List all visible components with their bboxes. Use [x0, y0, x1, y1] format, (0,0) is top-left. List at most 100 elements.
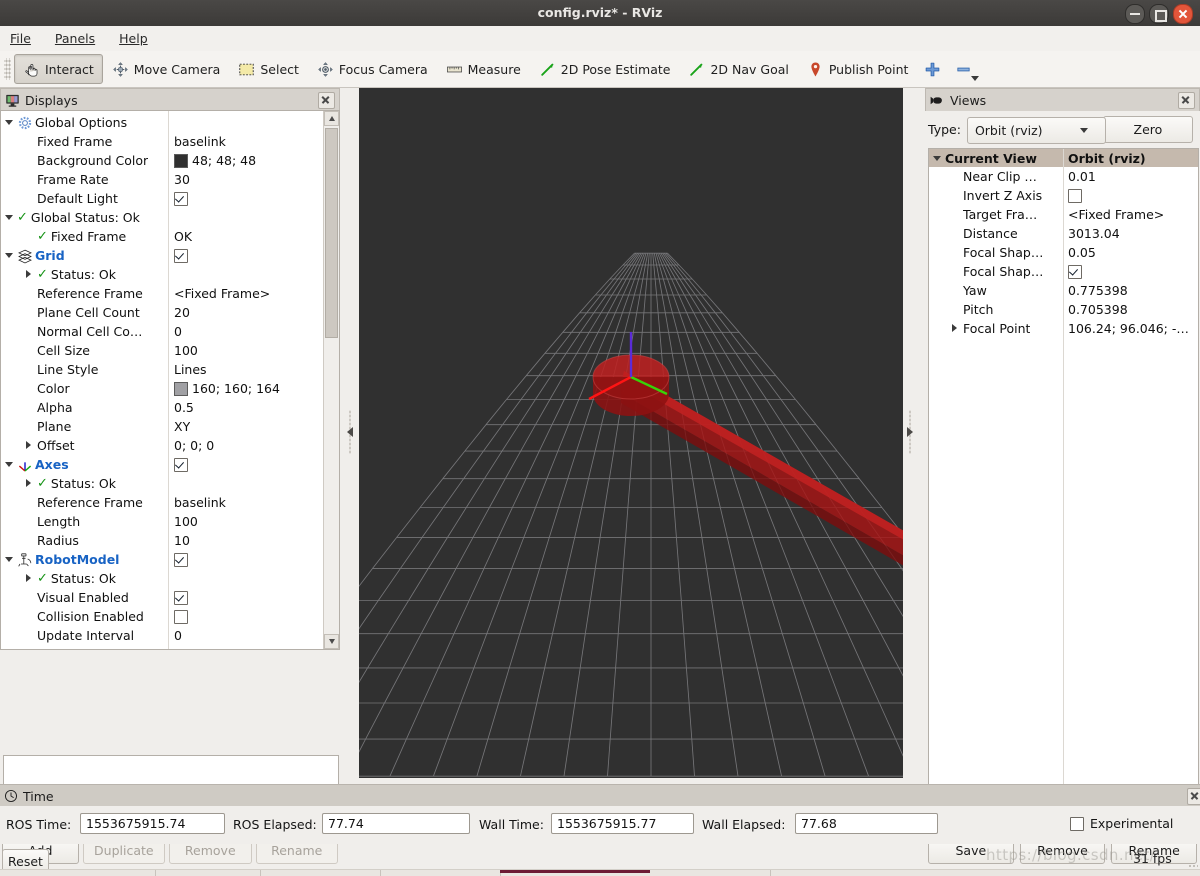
views-type-select[interactable]: Orbit (rviz) — [966, 117, 1106, 144]
property-name: Near Clip … — [963, 169, 1037, 184]
color-swatch[interactable] — [174, 381, 188, 396]
status-ok-icon: ✓ — [37, 476, 48, 491]
displays-tree-row[interactable]: RobotModel — [1, 550, 324, 569]
tool-measure[interactable]: Measure — [437, 54, 530, 84]
property-checkbox[interactable] — [1068, 264, 1082, 279]
displays-tree-row[interactable]: Plane Cell Count 20 — [1, 303, 324, 322]
close-button[interactable] — [1173, 4, 1193, 24]
displays-tree-row[interactable]: Grid — [1, 246, 324, 265]
displays-tree-row[interactable]: Line Style Lines — [1, 360, 324, 379]
displays-tree-row[interactable]: ✓ Status: Ok — [1, 265, 324, 284]
viewport-background — [359, 88, 903, 778]
minimize-button[interactable] — [1125, 4, 1145, 24]
displays-tree-row[interactable]: ✓ Status: Ok — [1, 474, 324, 493]
chevron-down-icon[interactable] — [971, 76, 980, 81]
displays-tree-row[interactable]: Offset 0; 0; 0 — [1, 436, 324, 455]
experimental-checkbox[interactable] — [1070, 816, 1084, 831]
displays-tree-row[interactable]: Radius 10 — [1, 531, 324, 550]
maximize-button[interactable] — [1149, 4, 1169, 24]
tool-add-tool[interactable] — [917, 54, 948, 84]
left-splitter[interactable] — [345, 100, 355, 772]
tool-2d-pose-estimate[interactable]: 2D Pose Estimate — [530, 54, 680, 84]
property-checkbox[interactable] — [1068, 188, 1082, 203]
tree-twisty-icon[interactable] — [21, 474, 37, 493]
displays-tree-row[interactable]: Frame Rate 30 — [1, 170, 324, 189]
property-checkbox[interactable] — [174, 248, 188, 263]
views-twisty-icon[interactable] — [929, 149, 945, 168]
displays-tree-row[interactable]: Update Interval 0 — [1, 626, 324, 645]
displays-tree-row[interactable]: Plane XY — [1, 417, 324, 436]
ros-time-input[interactable]: 1553675915.74 — [80, 813, 225, 834]
property-name: Yaw — [963, 283, 987, 298]
displays-tree-row[interactable]: Cell Size 100 — [1, 341, 324, 360]
views-tree[interactable]: Current View Orbit (rviz) Near Clip … 0.0… — [928, 148, 1199, 835]
displays-tree-row[interactable]: Visual Enabled — [1, 588, 324, 607]
property-checkbox[interactable] — [174, 457, 188, 472]
tree-twisty-icon[interactable] — [947, 319, 963, 338]
wall-time-input[interactable]: 1553675915.77 — [551, 813, 694, 834]
tree-twisty-icon[interactable] — [1, 455, 17, 474]
property-checkbox[interactable] — [174, 609, 188, 624]
focus-camera-icon — [318, 61, 333, 77]
displays-tree-row[interactable]: Reference Frame baselink — [1, 493, 324, 512]
scroll-thumb[interactable] — [325, 128, 338, 338]
collapse-right-icon[interactable] — [907, 427, 913, 437]
property-checkbox[interactable] — [174, 552, 188, 567]
tree-twisty-icon[interactable] — [21, 436, 37, 455]
menu-help[interactable]: Help — [109, 26, 158, 51]
views-type-label: Type: — [928, 122, 961, 137]
displays-tree-row[interactable]: Collision Enabled — [1, 607, 324, 626]
wall-elapsed-input[interactable]: 77.68 — [795, 813, 938, 834]
displays-tree-row[interactable]: Alpha 0.5 — [1, 645, 324, 649]
displays-tree-row[interactable]: Axes — [1, 455, 324, 474]
property-name: Alpha — [37, 647, 73, 649]
experimental-checkbox-row[interactable]: Experimental — [1070, 816, 1173, 831]
property-checkbox[interactable] — [174, 191, 188, 206]
property-checkbox[interactable] — [174, 590, 188, 605]
displays-tree-row[interactable]: Normal Cell Co… 0 — [1, 322, 324, 341]
displays-tree-row[interactable]: Default Light — [1, 189, 324, 208]
views-zero-button[interactable]: Zero — [1102, 116, 1193, 143]
menu-panels[interactable]: Panels — [45, 26, 105, 51]
displays-tree-row[interactable]: Reference Frame <Fixed Frame> — [1, 284, 324, 303]
tool-remove-tool[interactable] — [948, 54, 980, 84]
render-viewport[interactable] — [359, 88, 903, 778]
tool-focus-camera[interactable]: Focus Camera — [308, 54, 437, 84]
displays-close-icon[interactable] — [318, 91, 335, 109]
displays-tree-row[interactable]: ✓ Global Status: Ok — [1, 208, 324, 227]
tool-2d-nav-goal-label: 2D Nav Goal — [710, 61, 789, 77]
displays-tree-row[interactable]: ✓ Status: Ok — [1, 569, 324, 588]
tool-move-camera[interactable]: Move Camera — [103, 54, 230, 84]
property-name: Frame Rate — [37, 172, 109, 187]
tool-select[interactable]: Select — [229, 54, 308, 84]
tree-twisty-icon[interactable] — [1, 208, 17, 227]
tree-twisty-icon[interactable] — [21, 265, 37, 284]
right-splitter[interactable] — [905, 100, 915, 772]
time-close-icon[interactable] — [1187, 787, 1200, 805]
menu-file[interactable]: File — [0, 26, 41, 51]
property-name: Distance — [963, 226, 1018, 241]
displays-tree-row[interactable]: Background Color 48; 48; 48 — [1, 151, 324, 170]
scroll-down-arrow[interactable] — [324, 634, 339, 649]
displays-tree-row[interactable]: Global Options — [1, 113, 324, 132]
ros-elapsed-input[interactable]: 77.74 — [322, 813, 470, 834]
displays-tree-row[interactable]: Alpha 0.5 — [1, 398, 324, 417]
displays-tree-row[interactable]: Color 160; 160; 164 — [1, 379, 324, 398]
displays-tree-row[interactable]: Length 100 — [1, 512, 324, 531]
displays-tree[interactable]: Global Options Fixed Frame baselink Backgro… — [0, 110, 340, 650]
tree-twisty-icon[interactable] — [1, 550, 17, 569]
tool-publish-point[interactable]: Publish Point — [798, 54, 918, 84]
tool-2d-nav-goal[interactable]: 2D Nav Goal — [679, 54, 797, 84]
displays-scrollbar[interactable] — [323, 111, 339, 649]
displays-tree-row[interactable]: ✓ Fixed Frame OK — [1, 227, 324, 246]
color-swatch[interactable] — [174, 153, 188, 168]
displays-tree-row[interactable]: Fixed Frame baselink — [1, 132, 324, 151]
tool-interact[interactable]: Interact — [14, 54, 103, 84]
tree-twisty-icon[interactable] — [1, 113, 17, 132]
views-close-icon[interactable] — [1178, 91, 1195, 109]
scroll-up-arrow[interactable] — [324, 111, 339, 126]
tree-twisty-icon[interactable] — [21, 569, 37, 588]
tree-twisty-icon[interactable] — [1, 246, 17, 265]
collapse-left-icon[interactable] — [347, 427, 353, 437]
toolbar-grip[interactable] — [4, 58, 11, 80]
